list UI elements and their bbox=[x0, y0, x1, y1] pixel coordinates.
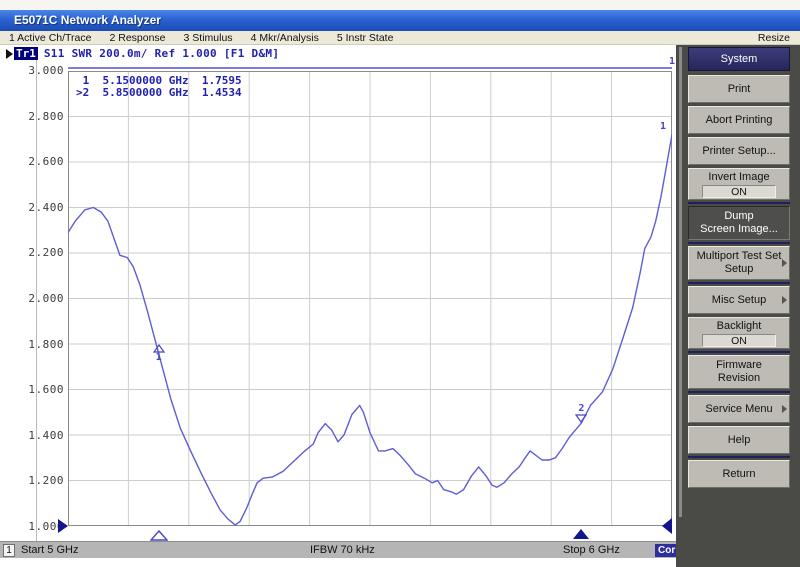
softkey-toggle-state: ON bbox=[702, 185, 776, 198]
softkey-separator bbox=[688, 351, 790, 353]
graticule: 1 1 1 5.1500000 GHz 1.7595 >2 5.8500000 … bbox=[68, 71, 672, 526]
softkey-separator bbox=[688, 242, 790, 244]
marker-1-number: 1 bbox=[152, 353, 166, 363]
softkey-separator bbox=[688, 282, 790, 284]
start-frequency[interactable]: Start 5 GHz bbox=[21, 544, 78, 556]
softkey-help[interactable]: Help bbox=[688, 426, 790, 454]
softkey-label: Firmware bbox=[716, 359, 762, 372]
marker-2-triangle-icon bbox=[575, 414, 587, 423]
ifbw-value[interactable]: IFBW 70 kHz bbox=[310, 544, 375, 556]
marker-1-symbol: 1 bbox=[152, 344, 166, 363]
softkey-misc-setup[interactable]: Misc Setup bbox=[688, 286, 790, 314]
softkey-menu-header: System bbox=[688, 47, 790, 71]
y-axis-tick-label: 2.600 bbox=[0, 155, 64, 168]
softkey-separator bbox=[688, 456, 790, 458]
window-titlebar: E5071C Network Analyzer bbox=[0, 10, 800, 31]
softkey-panel: System Print Abort Printing Printer Setup.… bbox=[676, 45, 800, 567]
menu-bar: 1 Active Ch/Trace2 Response3 Stimulus4 M… bbox=[0, 31, 800, 45]
softkey-label: Print bbox=[728, 83, 751, 96]
analyzer-display: Tr1 S11 SWR 200.0m/ Ref 1.000 [F1 D&M] 3… bbox=[0, 45, 676, 567]
marker-2-symbol: 2 bbox=[574, 404, 588, 423]
status-bar: 1 Start 5 GHz IFBW 70 kHz Stop 6 GHz Cor… bbox=[0, 541, 700, 558]
trace-end-number-label: 1 bbox=[660, 121, 666, 132]
softkey-label: Service Menu bbox=[705, 403, 772, 416]
softkey-separator bbox=[688, 391, 790, 393]
menu-item-4[interactable]: 4 Mkr/Analysis bbox=[242, 32, 328, 44]
y-axis-tick-label: 1.400 bbox=[0, 429, 64, 442]
y-axis-tick-label: 1.600 bbox=[0, 383, 64, 396]
softkey-scrollbar[interactable] bbox=[679, 47, 682, 517]
trace-info-bar: Tr1 S11 SWR 200.0m/ Ref 1.000 [F1 D&M] bbox=[6, 47, 279, 60]
softkey-label: Dump bbox=[724, 210, 753, 223]
softkey-print[interactable]: Print bbox=[688, 75, 790, 103]
menu-resize[interactable]: Resize bbox=[748, 32, 800, 44]
softkey-backlight[interactable]: BacklightON bbox=[688, 317, 790, 349]
submenu-arrow-icon bbox=[782, 296, 787, 304]
softkey-label: Abort Printing bbox=[706, 114, 773, 127]
softkey-label: Return bbox=[722, 468, 755, 481]
y-axis-tick-label: 1.200 bbox=[0, 474, 64, 487]
window-title: E5071C Network Analyzer bbox=[14, 13, 161, 27]
softkey-printer-setup[interactable]: Printer Setup... bbox=[688, 137, 790, 165]
menu-item-3[interactable]: 3 Stimulus bbox=[175, 32, 242, 44]
softkey-service-menu[interactable]: Service Menu bbox=[688, 395, 790, 423]
y-axis-tick-label: 2.800 bbox=[0, 110, 64, 123]
y-axis-tick-label: 2.200 bbox=[0, 246, 64, 259]
menu-item-5[interactable]: 5 Instr State bbox=[328, 32, 403, 44]
softkey-abort-printing[interactable]: Abort Printing bbox=[688, 106, 790, 134]
softkey-label: Printer Setup... bbox=[702, 145, 775, 158]
softkey-dump-screen-image[interactable]: DumpScreen Image... bbox=[688, 206, 790, 240]
softkey-toggle-state: ON bbox=[702, 334, 776, 347]
y-axis-tick-label: 2.000 bbox=[0, 292, 64, 305]
marker-2-stimulus-indicator bbox=[573, 529, 589, 539]
stop-frequency[interactable]: Stop 6 GHz bbox=[563, 544, 620, 556]
y-axis-tick-label: 2.400 bbox=[0, 201, 64, 214]
memory-trace-number-label: 1 bbox=[669, 56, 675, 67]
instrument-screen: E5071C Network Analyzer 1 Active Ch/Trac… bbox=[0, 0, 800, 567]
marker-readout: 1 5.1500000 GHz 1.7595 >2 5.8500000 GHz … bbox=[76, 75, 242, 98]
softkey-label: Invert Image bbox=[708, 171, 769, 184]
trace-badge[interactable]: Tr1 bbox=[14, 47, 38, 60]
trace-plot bbox=[68, 71, 672, 526]
softkey-label: Help bbox=[728, 434, 751, 447]
y-axis-tick-label: 3.000 bbox=[0, 64, 64, 77]
active-trace-arrow-icon bbox=[6, 49, 13, 59]
softkey-firmware-revision[interactable]: FirmwareRevision bbox=[688, 355, 790, 389]
menu-item-1[interactable]: 1 Active Ch/Trace bbox=[0, 32, 100, 44]
softkey-label: Backlight bbox=[717, 320, 762, 333]
reference-level-arrow-left bbox=[58, 519, 68, 533]
softkey-label: Revision bbox=[718, 372, 760, 385]
softkey-separator bbox=[688, 202, 790, 204]
submenu-arrow-icon bbox=[782, 259, 787, 267]
correction-status-badge: Cor bbox=[655, 544, 678, 557]
submenu-arrow-icon bbox=[782, 405, 787, 413]
softkey-return[interactable]: Return bbox=[688, 460, 790, 488]
softkey-label: Misc Setup bbox=[712, 294, 766, 307]
y-axis-labels: 3.000 2.800 2.600 2.400 2.200 2.000 1.800 1.600… bbox=[0, 64, 64, 533]
menu-item-2[interactable]: 2 Response bbox=[100, 32, 174, 44]
memory-trace-clipped bbox=[68, 67, 672, 69]
softkey-multiport-test-set-setup[interactable]: Multiport Test SetSetup bbox=[688, 246, 790, 280]
softkey-label: Multiport Test Set bbox=[697, 250, 782, 263]
softkey-label: Setup bbox=[725, 263, 754, 276]
softkey-invert-image[interactable]: Invert ImageON bbox=[688, 168, 790, 200]
trace-settings-text: S11 SWR 200.0m/ Ref 1.000 [F1 D&M] bbox=[44, 47, 279, 60]
softkey-label: Screen Image... bbox=[700, 223, 778, 236]
channel-number-box: 1 bbox=[3, 544, 15, 557]
marker-2-number: 2 bbox=[574, 404, 588, 414]
reference-level-arrow-right bbox=[662, 518, 672, 534]
y-axis-tick-label: 1.000 bbox=[0, 520, 64, 533]
y-axis-tick-label: 1.800 bbox=[0, 338, 64, 351]
